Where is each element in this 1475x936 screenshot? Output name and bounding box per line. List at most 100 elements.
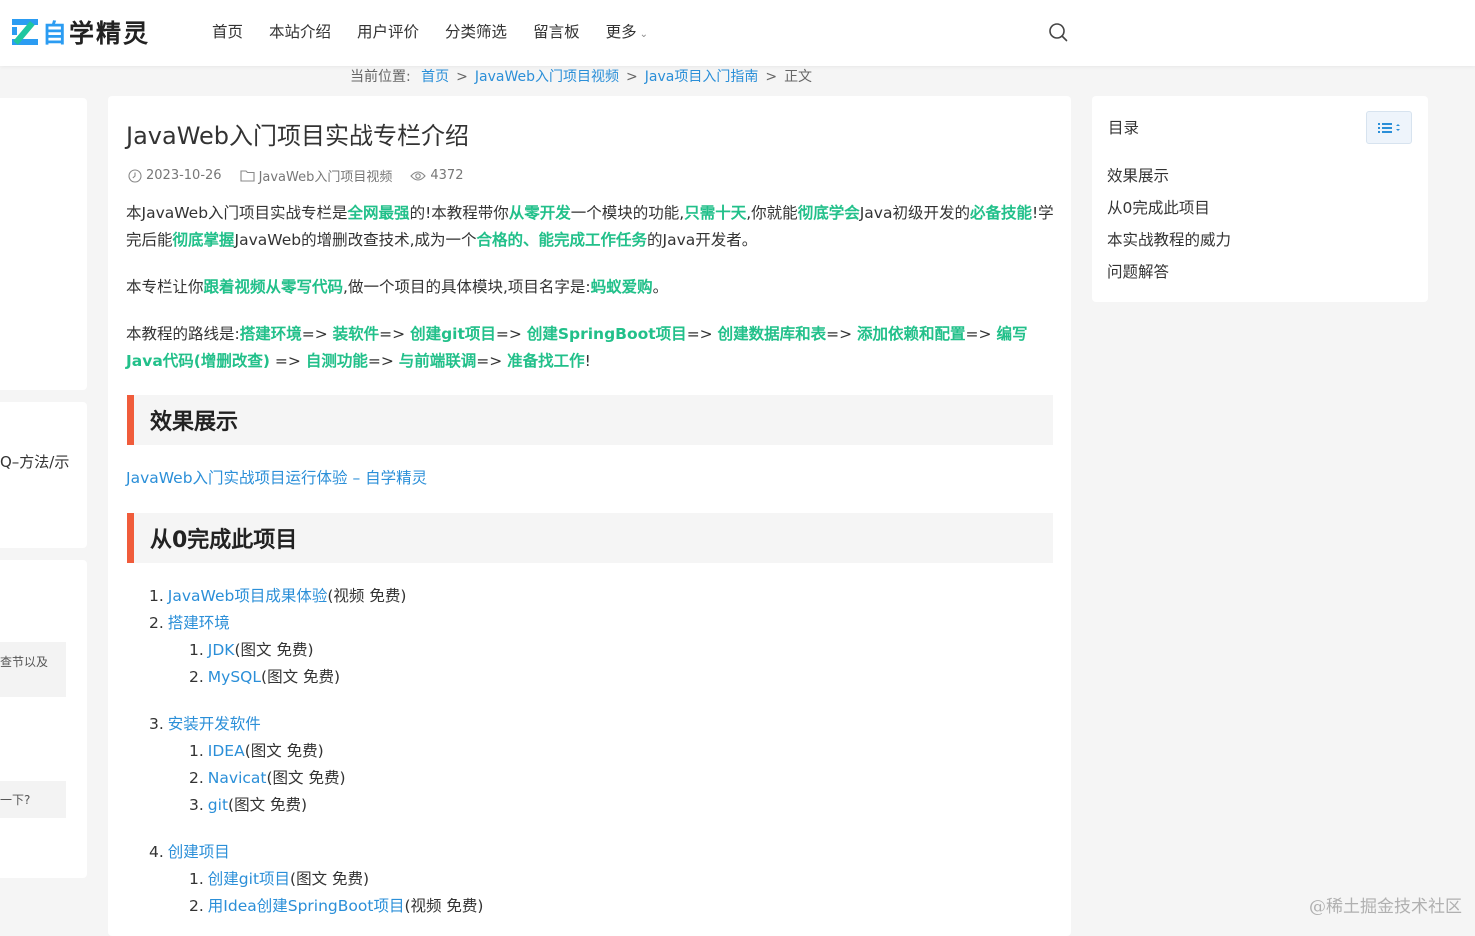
toc-item-faq[interactable]: 问题解答 bbox=[1107, 260, 1169, 282]
nav-about[interactable]: 本站介绍 bbox=[269, 20, 331, 47]
list-item-link[interactable]: 用Idea创建SpringBoot项目 bbox=[208, 897, 405, 915]
highlight-text: 蚂蚁爱购 bbox=[590, 278, 653, 296]
folder-icon bbox=[240, 170, 255, 182]
highlight-text: 准备找工作 bbox=[507, 352, 585, 370]
search-icon[interactable] bbox=[1048, 22, 1068, 42]
list-item-link[interactable]: 创建项目 bbox=[168, 843, 230, 861]
nav-more[interactable]: 更多 ⌄ bbox=[606, 20, 648, 47]
list-item-link[interactable]: git bbox=[208, 796, 228, 814]
main-nav: 首页 本站介绍 用户评价 分类筛选 留言板 更多 ⌄ bbox=[212, 20, 674, 47]
paragraph-text: => bbox=[686, 325, 718, 343]
list-item: 2. 用Idea创建SpringBoot项目(视频 免费) bbox=[189, 895, 483, 917]
article-meta: 2023-10-26 JavaWeb入门项目视频 4372 bbox=[128, 166, 481, 185]
list-item-number: 3. bbox=[149, 715, 164, 733]
list-item-number: 1. bbox=[189, 870, 204, 888]
section-heading-build: 从0完成此项目 bbox=[127, 513, 1053, 563]
list-item-note: (视频 免费) bbox=[327, 587, 407, 605]
meta-category[interactable]: JavaWeb入门项目视频 bbox=[240, 166, 393, 185]
list-item-number: 2. bbox=[189, 769, 204, 787]
toc-title: 目录 bbox=[1108, 119, 1140, 137]
breadcrumb-guide[interactable]: Java项目入门指南 bbox=[645, 69, 759, 85]
section-heading-text: 效果展示 bbox=[150, 410, 239, 435]
toc-item-power[interactable]: 本实战教程的威力 bbox=[1107, 228, 1231, 250]
paragraph-text: ! bbox=[584, 352, 591, 370]
highlight-text: 彻底掌握 bbox=[172, 231, 235, 249]
highlight-text: 创建git项目 bbox=[410, 325, 496, 343]
list-item-note: (图文 免费) bbox=[244, 742, 324, 760]
highlight-text: 添加依赖和配置 bbox=[857, 325, 966, 343]
breadcrumb-home[interactable]: 首页 bbox=[421, 69, 449, 85]
list-item: 1. 创建git项目(图文 免费) bbox=[189, 868, 369, 890]
demo-link[interactable]: JavaWeb入门实战项目运行体验 – 自学精灵 bbox=[126, 469, 427, 487]
nav-more-label: 更多 bbox=[605, 23, 637, 41]
left-sidebar-text[interactable]: Q–方法/示 bbox=[0, 451, 87, 472]
site-logo[interactable]: 自学精灵 bbox=[12, 14, 150, 50]
toc-item-demo[interactable]: 效果展示 bbox=[1107, 164, 1169, 186]
paragraph-text: 本专栏让你 bbox=[126, 278, 204, 296]
paragraph-text: => bbox=[379, 325, 411, 343]
paragraph-text: => bbox=[965, 325, 997, 343]
list-item: 4. 创建项目 bbox=[149, 841, 230, 863]
highlight-text: 创建数据库和表 bbox=[717, 325, 827, 343]
list-item: 3. 安装开发软件 bbox=[149, 713, 261, 735]
highlight-text: 装软件 bbox=[332, 325, 380, 343]
highlight-text: 跟着视频从零写代码 bbox=[203, 278, 344, 296]
list-item-link[interactable]: IDEA bbox=[208, 742, 245, 760]
nav-home[interactable]: 首页 bbox=[212, 20, 243, 47]
toc-toggle-button[interactable] bbox=[1366, 111, 1412, 144]
list-item-number: 1. bbox=[189, 742, 204, 760]
list-item-note: (图文 免费) bbox=[261, 668, 341, 686]
breadcrumb: 当前位置: 首页 > JavaWeb入门项目视频 > Java项目入门指南 > 正文 bbox=[350, 66, 812, 88]
nav-reviews[interactable]: 用户评价 bbox=[357, 20, 419, 47]
paragraph-text: ,做一个项目的具体模块,项目名字是: bbox=[343, 278, 591, 296]
paragraph-text: => bbox=[367, 352, 399, 370]
chevron-right-icon: > bbox=[626, 69, 638, 85]
list-item-number: 1. bbox=[149, 587, 164, 605]
highlight-text: 搭建环境 bbox=[239, 325, 302, 343]
logo-mark-icon bbox=[12, 19, 38, 45]
logo-text: 自学精灵 bbox=[42, 19, 151, 48]
list-item-link[interactable]: 创建git项目 bbox=[208, 870, 290, 888]
paragraph-text: 本JavaWeb入门项目实战专栏是 bbox=[126, 204, 348, 222]
nav-categories[interactable]: 分类筛选 bbox=[445, 20, 507, 47]
intro-paragraph: 本JavaWeb入门项目实战专栏是全网最强的!本教程带你从零开发一个模块的功能,… bbox=[126, 200, 1054, 254]
list-item: 2. Navicat(图文 免费) bbox=[189, 767, 346, 789]
list-item-note: (图文 免费) bbox=[234, 641, 314, 659]
meta-category-text: JavaWeb入门项目视频 bbox=[258, 170, 393, 185]
list-item-note: (图文 免费) bbox=[228, 796, 308, 814]
list-item-number: 4. bbox=[149, 843, 164, 861]
toc-item-build[interactable]: 从0完成此项目 bbox=[1107, 196, 1210, 218]
paragraph-text: 一个模块的功能, bbox=[570, 204, 685, 222]
paragraph-text: ,你就能 bbox=[746, 204, 798, 222]
nav-guestbook[interactable]: 留言板 bbox=[533, 20, 580, 47]
list-item-number: 2. bbox=[189, 668, 204, 686]
paragraph-text: => bbox=[826, 325, 858, 343]
left-sidebar-item-text: 一下? bbox=[0, 793, 31, 807]
list-item-link[interactable]: MySQL bbox=[208, 668, 261, 686]
breadcrumb-category[interactable]: JavaWeb入门项目视频 bbox=[475, 69, 619, 85]
list-item-link[interactable]: 搭建环境 bbox=[168, 614, 230, 632]
list-item-link[interactable]: JavaWeb项目成果体验 bbox=[168, 587, 328, 605]
clock-icon bbox=[128, 168, 142, 183]
list-item-number: 1. bbox=[189, 641, 204, 659]
left-sidebar-item[interactable]: 查节以及 bbox=[0, 642, 66, 697]
paragraph-text: => bbox=[301, 325, 333, 343]
watermark: @稀土掘金技术社区 bbox=[1309, 897, 1462, 917]
section-heading-text: 从0完成此项目 bbox=[150, 528, 298, 553]
left-sidebar-card: 查节以及 一下? bbox=[0, 560, 87, 878]
list-item: 2. MySQL(图文 免费) bbox=[189, 666, 340, 688]
left-sidebar-item[interactable]: 一下? bbox=[0, 781, 66, 818]
top-header: 自学精灵 首页 本站介绍 用户评价 分类筛选 留言板 更多 ⌄ bbox=[0, 0, 1475, 66]
meta-views-text: 4372 bbox=[430, 168, 464, 183]
left-sidebar-card: Q–方法/示 bbox=[0, 402, 87, 548]
list-item-link[interactable]: 安装开发软件 bbox=[168, 715, 261, 733]
list-item-link[interactable]: JDK bbox=[208, 641, 235, 659]
list-item: 3. git(图文 免费) bbox=[189, 794, 307, 816]
meta-date: 2023-10-26 bbox=[128, 168, 222, 183]
list-item: 1. IDEA(图文 免费) bbox=[189, 740, 324, 762]
chevron-right-icon: > bbox=[765, 69, 778, 85]
breadcrumb-label: 当前位置: bbox=[350, 69, 411, 85]
highlight-text: 只需十天 bbox=[684, 204, 747, 222]
list-item-link[interactable]: Navicat bbox=[208, 769, 267, 787]
left-sidebar-item-text: 查节以及 bbox=[0, 655, 49, 669]
